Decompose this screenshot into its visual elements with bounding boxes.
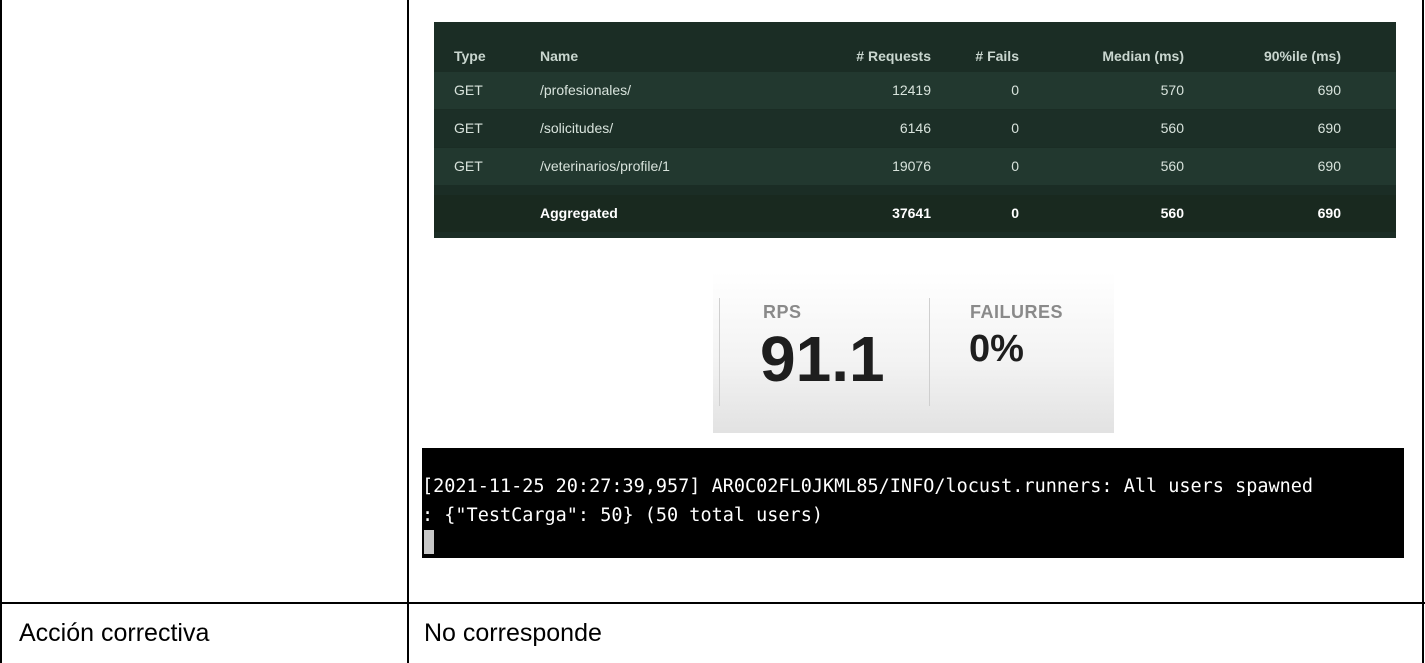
- corrective-action-label: Acción correctiva: [19, 619, 210, 647]
- failures-label: FAILURES: [970, 302, 1064, 322]
- panel-divider: [719, 298, 720, 406]
- aggregated-row: Aggregated 37641 0 560 690: [434, 195, 1396, 232]
- panel-divider: [929, 298, 930, 406]
- row-fails: 0: [1011, 158, 1019, 174]
- row-fails: 0: [1011, 120, 1019, 136]
- terminal-line-2: : {"TestCarga": 50} (50 total users): [422, 505, 823, 526]
- row-requests: 12419: [892, 82, 931, 98]
- row-median: 560: [1160, 205, 1184, 221]
- row-type: GET: [454, 120, 483, 136]
- row-type: GET: [454, 158, 483, 174]
- row-median: 570: [1160, 82, 1184, 98]
- row-name: /solicitudes/: [540, 120, 614, 136]
- table-row: GET /solicitudes/ 6146 0 560 690: [434, 110, 1396, 147]
- locust-stats-table: Type Name # Requests # Fails Median (ms)…: [434, 22, 1396, 238]
- row-name: Aggregated: [540, 205, 618, 221]
- table-column-divider: [407, 0, 409, 663]
- row-fails: 0: [1011, 205, 1019, 221]
- row-p90: 690: [1317, 82, 1341, 98]
- row-fails: 0: [1011, 82, 1019, 98]
- rps-value: 91.1: [760, 323, 885, 395]
- row-requests: 6146: [899, 120, 931, 136]
- table-border-right: [1422, 0, 1424, 663]
- terminal-output: [2021-11-25 20:27:39,957] AR0C02FL0JKML8…: [422, 448, 1404, 558]
- row-name: /veterinarios/profile/1: [540, 158, 670, 174]
- table-row-divider: [0, 602, 1425, 604]
- rps-failures-panel: RPS 91.1 FAILURES 0%: [713, 272, 1114, 433]
- failures-value: 0%: [969, 328, 1024, 370]
- row-requests: 19076: [892, 158, 931, 174]
- table-row: GET /profesionales/ 12419 0 570 690: [434, 72, 1396, 109]
- stats-header-row: Type Name # Requests # Fails Median (ms)…: [434, 30, 1396, 70]
- row-median: 560: [1160, 120, 1184, 136]
- corrective-action-value: No corresponde: [424, 619, 602, 647]
- row-median: 560: [1160, 158, 1184, 174]
- row-p90: 690: [1317, 120, 1341, 136]
- rps-label: RPS: [763, 302, 802, 322]
- row-p90: 690: [1317, 158, 1341, 174]
- terminal-cursor: [424, 530, 434, 554]
- row-p90: 690: [1317, 205, 1341, 221]
- row-requests: 37641: [892, 205, 931, 221]
- row-name: /profesionales/: [540, 82, 632, 98]
- table-border-left: [0, 0, 2, 663]
- row-type: GET: [454, 82, 483, 98]
- table-row: GET /veterinarios/profile/1 19076 0 560 …: [434, 148, 1396, 185]
- terminal-line-1: [2021-11-25 20:27:39,957] AR0C02FL0JKML8…: [422, 476, 1314, 497]
